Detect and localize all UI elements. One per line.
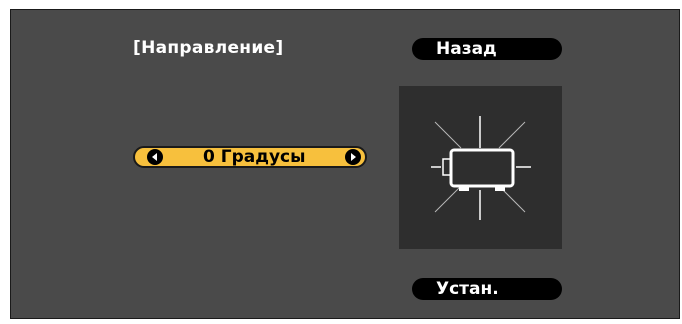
menu-title: [Направление] — [133, 38, 284, 58]
direction-preview — [399, 86, 562, 249]
set-button-label: Устан. — [436, 279, 499, 299]
back-button[interactable]: Назад — [412, 38, 562, 60]
direction-selector[interactable]: 0 Градусы — [133, 146, 367, 168]
projector-icon — [431, 116, 531, 220]
direction-menu-panel: [Направление] Назад 0 Градусы Устан. — [10, 9, 680, 319]
back-button-label: Назад — [436, 39, 497, 59]
set-button[interactable]: Устан. — [412, 278, 562, 300]
arrow-right-icon[interactable] — [345, 149, 361, 165]
arrow-left-icon[interactable] — [147, 149, 163, 165]
direction-value: 0 Градусы — [203, 147, 306, 167]
